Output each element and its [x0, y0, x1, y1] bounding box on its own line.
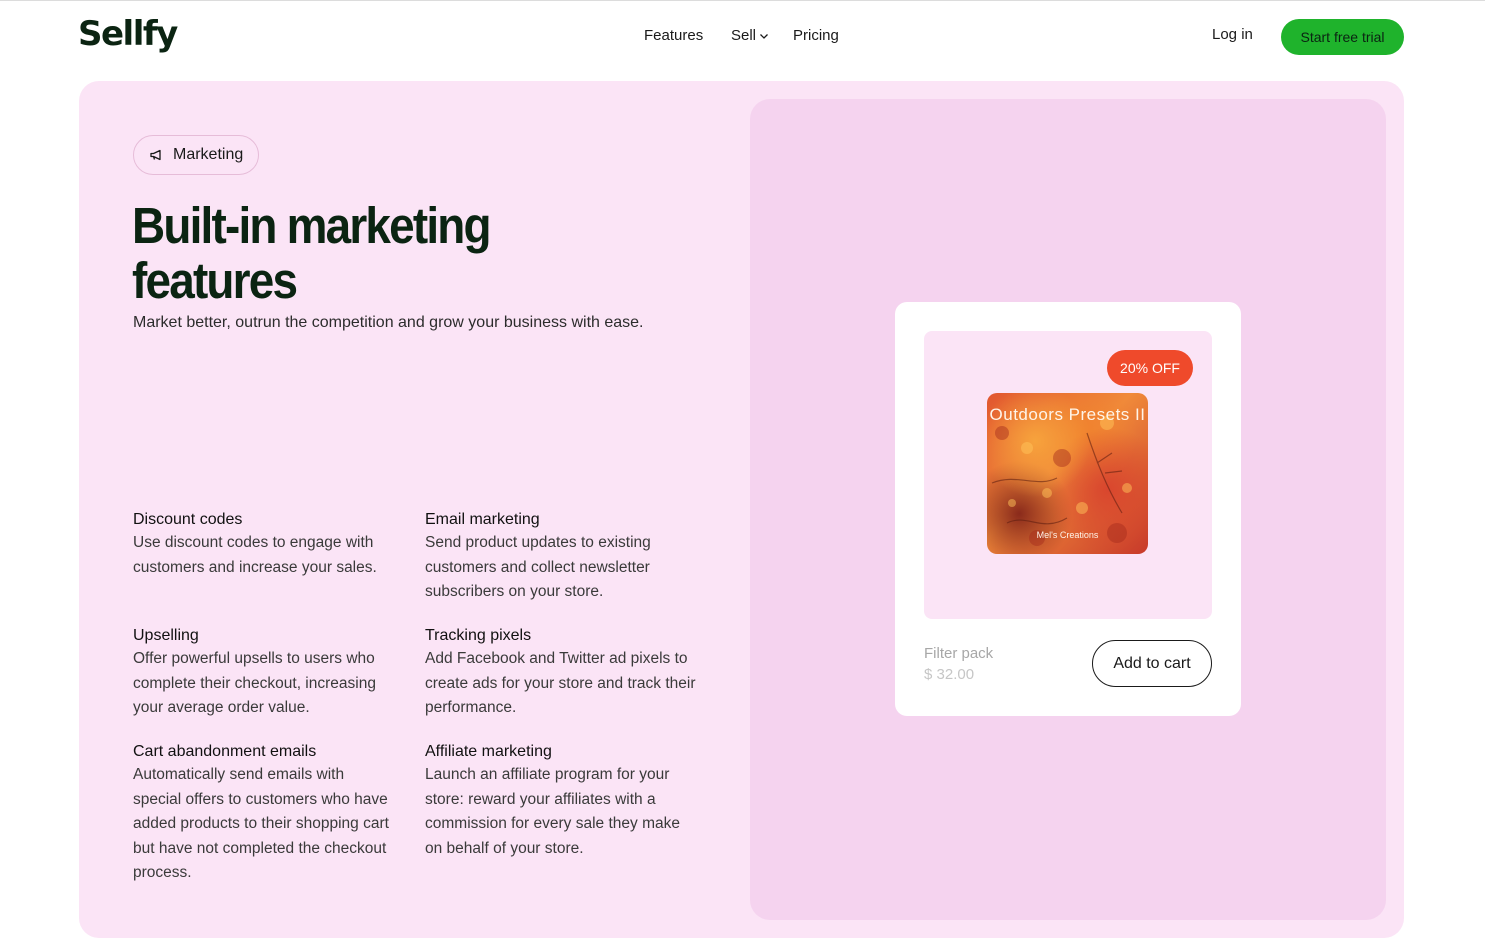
feature-title: Tracking pixels — [425, 627, 532, 644]
marketing-panel: Marketing Built-in marketing features Ma… — [79, 81, 1404, 938]
feature-text: Use discount codes to engage with custom… — [133, 534, 377, 576]
feature-cart-abandonment: Cart abandonment emails Automatically se… — [133, 741, 393, 886]
feature-title: Upselling — [133, 627, 199, 644]
feature-text: Automatically send emails with special o… — [133, 766, 389, 881]
product-image-title: Outdoors Presets II — [989, 405, 1146, 424]
discount-badge: 20% OFF — [1107, 350, 1193, 386]
nav-features[interactable]: Features — [644, 27, 703, 44]
logo[interactable]: Sellfy — [78, 14, 178, 54]
top-border — [0, 0, 1485, 1]
page-subtitle: Market better, outrun the competition an… — [133, 314, 644, 331]
page-title: Built-in marketing features — [132, 197, 492, 309]
feature-text: Send product updates to existing custome… — [425, 534, 651, 600]
feature-text: Launch an affiliate program for your sto… — [425, 766, 680, 857]
login-link[interactable]: Log in — [1212, 26, 1253, 43]
feature-title: Cart abandonment emails — [133, 743, 317, 760]
nav-pricing[interactable]: Pricing — [793, 27, 839, 44]
product-image[interactable]: Outdoors Presets II Mel's Creations — [987, 393, 1148, 554]
product-name: Filter pack — [924, 645, 994, 662]
product-thumbnail-area: Outdoors Presets II Mel's Creations 20% … — [924, 331, 1212, 619]
add-to-cart-button[interactable]: Add to cart — [1092, 640, 1212, 687]
feature-discount-codes: Discount codes Use discount codes to eng… — [133, 509, 408, 580]
feature-tracking-pixels: Tracking pixels Add Facebook and Twitter… — [425, 625, 700, 721]
tag-label: Marketing — [173, 146, 244, 163]
nav-sell[interactable]: Sell — [731, 27, 769, 44]
feature-text: Add Facebook and Twitter ad pixels to cr… — [425, 650, 696, 716]
chevron-down-icon — [760, 33, 768, 39]
nav-sell-label: Sell — [731, 27, 757, 44]
feature-title: Affiliate marketing — [425, 743, 552, 760]
megaphone-icon — [150, 149, 161, 161]
feature-text: Offer powerful upsells to users who comp… — [133, 650, 376, 716]
feature-title: Discount codes — [133, 511, 243, 528]
feature-title: Email marketing — [425, 511, 540, 528]
product-price: $ 32.00 — [924, 666, 975, 683]
product-preview: Outdoors Presets II Mel's Creations 20% … — [750, 99, 1386, 920]
feature-affiliate-marketing: Affiliate marketing Launch an affiliate … — [425, 741, 700, 861]
marketing-tag: Marketing — [133, 135, 260, 175]
product-image-credit: Mel's Creations — [1036, 530, 1099, 540]
feature-upselling: Upselling Offer powerful upsells to user… — [133, 625, 408, 721]
feature-email-marketing: Email marketing Send product updates to … — [425, 509, 700, 605]
product-card[interactable]: Outdoors Presets II Mel's Creations 20% … — [895, 302, 1241, 716]
start-free-trial-button[interactable]: Start free trial — [1281, 19, 1404, 55]
